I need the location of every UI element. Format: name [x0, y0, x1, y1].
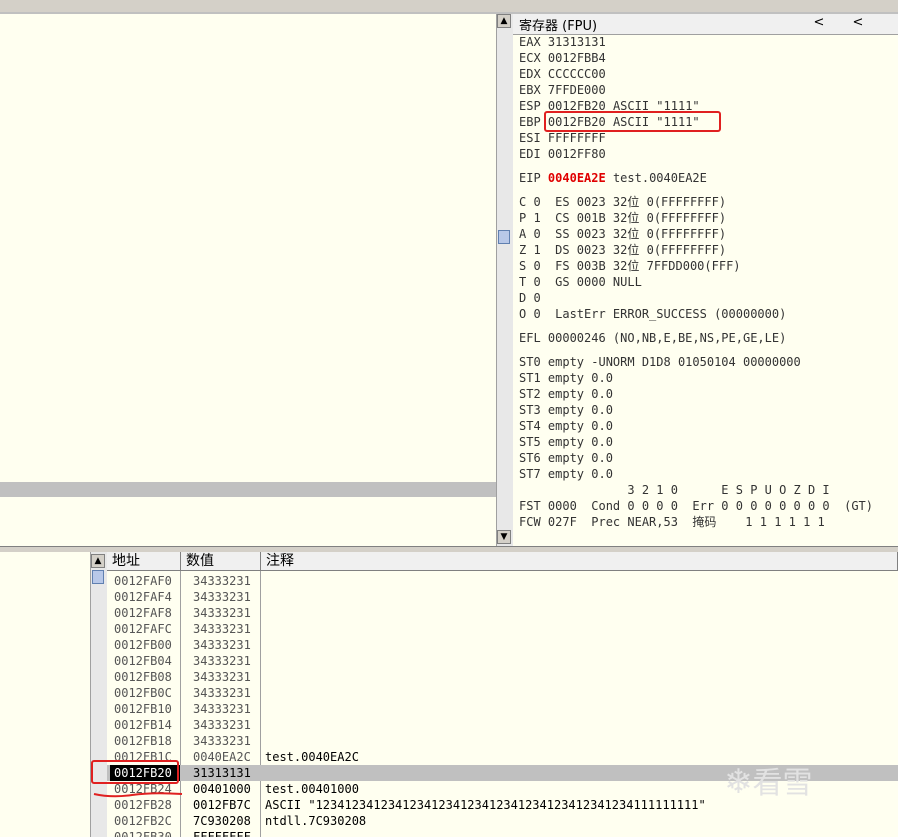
reg-esi[interactable]: ESI FFFFFFFF [519, 130, 606, 146]
fpu-st3[interactable]: ST3 empty 0.0 [519, 402, 613, 418]
reg-edx[interactable]: EDX CCCCCC00 [519, 66, 606, 82]
fpu-bits-header: 3 2 1 0 E S P U O Z D I [519, 483, 830, 497]
fpu-st6[interactable]: ST6 empty 0.0 [519, 450, 613, 466]
scroll-thumb[interactable] [498, 230, 510, 244]
column-header-address[interactable]: 地址 [107, 552, 181, 571]
reg-eax[interactable]: EAX 31313131 [519, 34, 606, 50]
flag-o-lasterr[interactable]: O 0 LastErr ERROR_SUCCESS (00000000) [519, 306, 786, 322]
flag-p-cs[interactable]: P 1 CS 001B 32位 0(FFFFFFFF) [519, 210, 726, 226]
stack-row[interactable]: 0012FB04 34333231 [107, 653, 898, 669]
stack-row[interactable]: 0012FB0C 34333231 [107, 685, 898, 701]
flag-s-fs[interactable]: S 0 FS 003B 32位 7FFDD000(FFF) [519, 258, 741, 274]
dump-pane[interactable] [0, 552, 90, 837]
reg-ebx[interactable]: EBX 7FFDE000 [519, 82, 606, 98]
flag-z-ds[interactable]: Z 1 DS 0023 32位 0(FFFFFFFF) [519, 242, 726, 258]
stack-row[interactable]: 0012FB30 FFFFFFFF [107, 829, 898, 837]
stack-row[interactable]: 0012FAF4 34333231 [107, 589, 898, 605]
reg-edi[interactable]: EDI 0012FF80 [519, 146, 606, 162]
scroll-down-arrow-icon[interactable]: ▼ [497, 530, 511, 544]
stack-row[interactable]: 0012FB00 34333231 [107, 637, 898, 653]
stack-row[interactable]: 0012FB14 34333231 [107, 717, 898, 733]
address-highlight-box [91, 760, 179, 784]
nav-left-button[interactable]: < [812, 14, 826, 32]
flag-t-gs[interactable]: T 0 GS 0000 NULL [519, 274, 642, 290]
flag-a-ss[interactable]: A 0 SS 0023 32位 0(FFFFFFFF) [519, 226, 726, 242]
stack-row[interactable]: 0012FB08 34333231 [107, 669, 898, 685]
fpu-st5[interactable]: ST5 empty 0.0 [519, 434, 613, 450]
red-underline-stroke [93, 792, 183, 798]
fpu-st1[interactable]: ST1 empty 0.0 [519, 370, 613, 386]
reg-eip[interactable]: EIP 0040EA2E test.0040EA2E [519, 170, 707, 186]
fpu-fcw[interactable]: FCW 027F Prec NEAR,53 掩码 1 1 1 1 1 1 [519, 514, 825, 530]
stack-scroll-up-arrow-icon[interactable]: ▲ [91, 554, 105, 568]
disassembly-vertical-scrollbar[interactable]: ▲ ▼ [496, 14, 514, 546]
nav-left-button-2[interactable]: < [851, 14, 865, 32]
flag-d[interactable]: D 0 [519, 290, 541, 306]
stack-scroll-thumb[interactable] [92, 570, 104, 584]
flag-c-es[interactable]: C 0 ES 0023 32位 0(FFFFFFFF) [519, 194, 726, 210]
stack-row[interactable]: 0012FAF0 34333231 [107, 573, 898, 589]
reg-efl[interactable]: EFL 00000246 (NO,NB,E,BE,NS,PE,GE,LE) [519, 330, 786, 346]
fpu-st7[interactable]: ST7 empty 0.0 [519, 466, 613, 482]
column-header-value[interactable]: 数值 [181, 552, 261, 571]
stack-row[interactable]: 0012FAFC 34333231 [107, 621, 898, 637]
fpu-st2[interactable]: ST2 empty 0.0 [519, 386, 613, 402]
watermark-logo: ❄看雪 [724, 762, 813, 802]
ebp-highlight-box [544, 111, 721, 132]
registers-title[interactable]: 寄存器 (FPU) [519, 15, 597, 34]
disassembly-horizontal-scrollbar[interactable] [0, 482, 496, 497]
stack-row[interactable]: 0012FB18 34333231 [107, 733, 898, 749]
stack-row[interactable]: 0012FB2C 7C930208 ntdll.7C930208 [107, 813, 898, 829]
stack-row[interactable]: 0012FB10 34333231 [107, 701, 898, 717]
stack-row[interactable]: 0012FAF8 34333231 [107, 605, 898, 621]
reg-ecx[interactable]: ECX 0012FBB4 [519, 50, 606, 66]
fpu-st4[interactable]: ST4 empty 0.0 [519, 418, 613, 434]
fpu-fst[interactable]: FST 0000 Cond 0 0 0 0 Err 0 0 0 0 0 0 0 … [519, 498, 873, 514]
disassembly-pane[interactable] [0, 14, 497, 546]
column-header-comment[interactable]: 注释 [261, 552, 898, 571]
fpu-st0[interactable]: ST0 empty -UNORM D1D8 01050104 00000000 [519, 354, 801, 370]
scroll-up-arrow-icon[interactable]: ▲ [497, 14, 511, 28]
